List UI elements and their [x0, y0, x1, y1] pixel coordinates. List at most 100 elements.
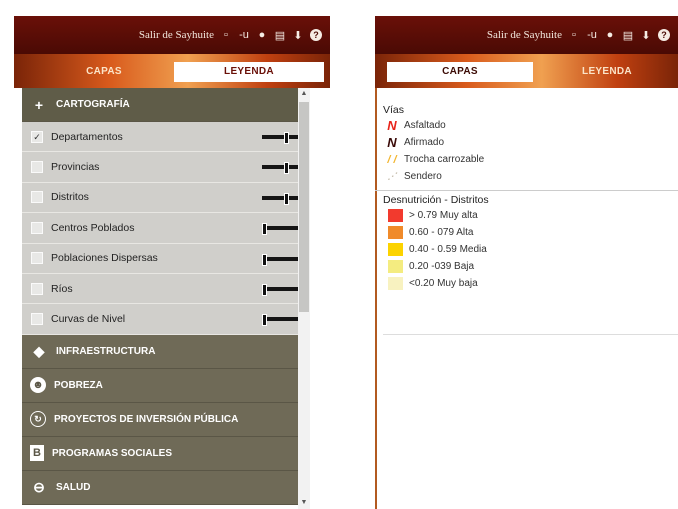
- category-label: PROYECTOS DE INVERSIÓN PÚBLICA: [54, 413, 239, 425]
- tab-leyenda[interactable]: LEYENDA: [174, 62, 324, 82]
- scroll-up-arrow[interactable]: ▲: [299, 89, 309, 99]
- legend-panel: Salir de Sayhuite ▫ -u ● ▤ ⬇ ? CAPAS LEY…: [375, 16, 678, 509]
- legend-item: / / Trocha carrozable: [383, 151, 678, 168]
- tab-capas[interactable]: CAPAS: [387, 62, 533, 82]
- category-label: SALUD: [56, 481, 91, 493]
- layers-panel: Salir de Sayhuite ▫ -u ● ▤ ⬇ ? CAPAS LEY…: [14, 16, 330, 509]
- legend-item: <0.20 Muy baja: [383, 275, 678, 292]
- toolbar: ▫ -u ● ▤ ⬇ ?: [220, 29, 322, 42]
- legend-label: Sendero: [404, 171, 442, 182]
- exit-link[interactable]: Salir de Sayhuite: [139, 29, 214, 41]
- tab-leyenda[interactable]: LEYENDA: [547, 62, 667, 82]
- layer-item-centros-poblados[interactable]: Centros Poblados: [22, 213, 310, 244]
- legend-item: 0.40 - 0.59 Media: [383, 241, 678, 258]
- layer-checkbox[interactable]: [31, 282, 43, 295]
- tab-bar: CAPAS LEYENDA: [14, 54, 330, 88]
- plus-icon: +: [34, 96, 44, 113]
- layer-label: Provincias: [51, 161, 100, 174]
- legend-label: 0.60 - 079 Alta: [409, 227, 474, 238]
- titlebar: Salir de Sayhuite ▫ -u ● ▤ ⬇ ?: [375, 16, 678, 54]
- layer-checkbox[interactable]: ✓: [31, 130, 43, 143]
- minimize-icon[interactable]: -u: [238, 29, 250, 41]
- download-icon[interactable]: ⬇: [640, 29, 652, 42]
- divider: [375, 190, 678, 191]
- opacity-slider[interactable]: [262, 314, 302, 327]
- help-icon[interactable]: ?: [310, 29, 322, 41]
- legend-label: 0.40 - 0.59 Media: [409, 244, 487, 255]
- road-line-icon: N: [387, 135, 397, 150]
- tab-capas[interactable]: CAPAS: [44, 62, 164, 82]
- layer-checkbox[interactable]: [31, 313, 43, 326]
- download-icon[interactable]: ⬇: [292, 29, 304, 42]
- trail-dots-icon: ⋰: [387, 171, 397, 181]
- scrollbar[interactable]: ▲ ▼: [298, 88, 310, 509]
- layer-item-provincias[interactable]: Provincias: [22, 152, 310, 183]
- screen-icon[interactable]: ▫: [220, 29, 232, 41]
- health-icon: ⊖: [33, 478, 45, 495]
- opacity-slider[interactable]: [262, 223, 302, 236]
- layer-item-distritos[interactable]: Distritos: [22, 182, 310, 214]
- legend-item: 0.20 -039 Baja: [383, 258, 678, 275]
- panel-border: [375, 88, 377, 509]
- help-icon[interactable]: ?: [658, 29, 670, 41]
- legend-item: > 0.79 Muy alta: [383, 207, 678, 224]
- cube-icon: ◆: [33, 342, 45, 359]
- layer-checkbox[interactable]: [31, 161, 43, 174]
- exit-link[interactable]: Salir de Sayhuite: [487, 29, 562, 41]
- slider-knob[interactable]: [262, 223, 267, 236]
- color-swatch: [388, 226, 403, 239]
- screen-icon[interactable]: ▫: [568, 29, 580, 41]
- category-label: INFRAESTRUCTURA: [56, 345, 156, 357]
- category-cartografia[interactable]: + CARTOGRAFÍA: [22, 88, 310, 122]
- layer-checkbox[interactable]: [31, 191, 43, 204]
- slider-knob[interactable]: [284, 192, 289, 205]
- legend-title: Vías: [383, 104, 405, 116]
- opacity-slider[interactable]: [262, 283, 302, 296]
- layer-checkbox[interactable]: [31, 221, 43, 234]
- category-salud[interactable]: ⊖ SALUD: [22, 470, 310, 505]
- layer-checkbox[interactable]: [31, 252, 43, 265]
- slider-knob[interactable]: [284, 162, 289, 175]
- scroll-down-arrow[interactable]: ▼: [299, 498, 309, 508]
- tab-bar: CAPAS LEYENDA: [375, 54, 678, 88]
- user-icon[interactable]: ●: [604, 29, 616, 41]
- slider-knob[interactable]: [262, 283, 267, 296]
- layer-item-departamentos[interactable]: ✓ Departamentos: [22, 122, 310, 153]
- legend-label: Afirmado: [404, 137, 445, 148]
- road-line-icon: N: [387, 118, 397, 133]
- layer-item-rios[interactable]: Ríos: [22, 273, 310, 305]
- print-icon[interactable]: ▤: [274, 29, 286, 42]
- color-swatch: [388, 277, 403, 290]
- legend-label: > 0.79 Muy alta: [409, 210, 478, 221]
- category-proyectos[interactable]: ↻ PROYECTOS DE INVERSIÓN PÚBLICA: [22, 402, 310, 437]
- opacity-slider[interactable]: [262, 253, 302, 266]
- scrollbar-thumb[interactable]: [299, 102, 309, 312]
- category-pobreza[interactable]: ☻ POBREZA: [22, 368, 310, 403]
- slider-knob[interactable]: [262, 314, 267, 327]
- legend-item: ⋰ Sendero: [383, 168, 678, 185]
- legend-group-desnutricion: Desnutrición - Distritos > 0.79 Muy alta…: [383, 194, 678, 292]
- opacity-slider[interactable]: [262, 132, 302, 144]
- opacity-slider[interactable]: [262, 162, 302, 175]
- layer-item-curvas-de-nivel[interactable]: Curvas de Nivel: [22, 304, 310, 335]
- legend-label: Trocha carrozable: [404, 154, 485, 165]
- color-swatch: [388, 243, 403, 256]
- toolbar: ▫ -u ● ▤ ⬇ ?: [568, 29, 670, 42]
- layer-label: Distritos: [51, 191, 89, 204]
- category-programas-sociales[interactable]: B PROGRAMAS SOCIALES: [22, 436, 310, 471]
- legend-label: 0.20 -039 Baja: [409, 261, 475, 272]
- legend-item: N Afirmado: [383, 134, 678, 151]
- minimize-icon[interactable]: -u: [586, 29, 598, 41]
- user-icon[interactable]: ●: [256, 29, 268, 41]
- category-infraestructura[interactable]: ◆ INFRAESTRUCTURA: [22, 334, 310, 369]
- slider-knob[interactable]: [284, 132, 289, 144]
- category-label: PROGRAMAS SOCIALES: [52, 447, 173, 459]
- print-icon[interactable]: ▤: [622, 29, 634, 42]
- layer-label: Departamentos: [51, 130, 123, 143]
- layer-item-poblaciones-dispersas[interactable]: Poblaciones Dispersas: [22, 243, 310, 274]
- slider-knob[interactable]: [262, 253, 267, 266]
- layer-label: Centros Poblados: [51, 221, 135, 234]
- road-line-icon: / /: [387, 153, 397, 166]
- opacity-slider[interactable]: [262, 192, 302, 205]
- color-swatch: [388, 260, 403, 273]
